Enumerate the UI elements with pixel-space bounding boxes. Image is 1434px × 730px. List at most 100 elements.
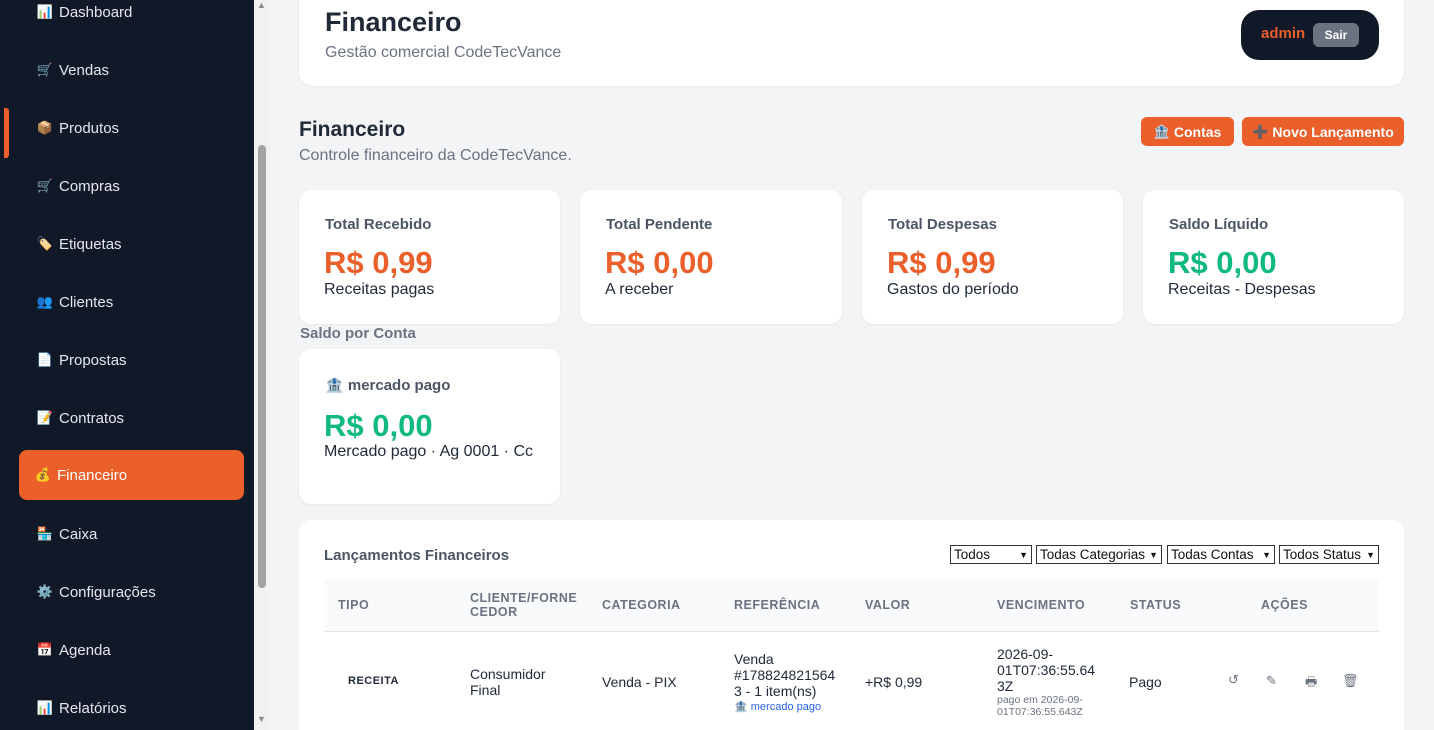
summary-label: Saldo Líquido — [1169, 216, 1269, 233]
sidebar-item-caixa[interactable]: 🏪 Caixa — [19, 509, 244, 559]
bank-icon: 🏦 — [1153, 123, 1170, 139]
sidebar-item-label: Vendas — [59, 61, 110, 79]
account-card: 🏦 mercado pago R$ 0,00 Mercado pago · Ag… — [299, 349, 560, 504]
sidebar-active-marker — [4, 108, 9, 158]
chart-icon: 📊 — [36, 700, 54, 715]
cell-referencia: Venda #178824821564 3 - 1 item(ns) — [734, 651, 836, 699]
chart-icon: 📊 — [36, 4, 54, 19]
print-icon[interactable]: 🖶 — [1305, 673, 1317, 695]
sidebar-item-vendas[interactable]: 🛒 Vendas — [19, 45, 244, 95]
edit-icon[interactable]: ✎ — [1266, 673, 1277, 689]
sidebar-item-configuracoes[interactable]: ⚙️ Configurações — [19, 567, 244, 617]
sidebar-item-label: Clientes — [59, 293, 114, 311]
page-title: Financeiro — [325, 7, 462, 37]
sidebar-item-label: Propostas — [59, 351, 127, 369]
sidebar-item-dashboard[interactable]: 📊 Dashboard — [19, 0, 244, 37]
sidebar-item-label: Dashboard — [59, 3, 133, 21]
user-menu: admin Sair — [1241, 10, 1379, 60]
column-header-categoria: CATEGORIA — [602, 598, 681, 612]
cell-categoria: Venda - PIX — [602, 674, 677, 690]
summary-value: R$ 0,99 — [887, 245, 996, 280]
document-icon: 📄 — [36, 352, 54, 367]
filter-category-select[interactable]: Todas Categorias ▼ — [1036, 545, 1162, 564]
scroll-down-icon[interactable]: ▼ — [257, 714, 266, 724]
cart-icon: 🛒 — [36, 62, 54, 77]
summary-card-balance: Saldo Líquido R$ 0,00 Receitas - Despesa… — [1143, 190, 1404, 324]
calendar-icon: 📅 — [36, 642, 54, 657]
summary-card-expenses: Total Despesas R$ 0,99 Gastos do período — [862, 190, 1123, 324]
column-header-cliente: CLIENTE/FORNE CEDOR — [470, 591, 578, 619]
tag-icon: 🏷️ — [36, 236, 54, 251]
summary-card-pending: Total Pendente R$ 0,00 A receber — [580, 190, 842, 324]
summary-label: Total Recebido — [325, 216, 432, 233]
bank-icon: 🏦 — [325, 377, 344, 394]
sidebar-item-propostas[interactable]: 📄 Propostas — [19, 335, 244, 385]
filter-status-select[interactable]: Todos Status ▼ — [1279, 545, 1379, 564]
money-bag-icon: 💰 — [34, 467, 52, 482]
column-header-referencia: REFERÊNCIA — [734, 598, 821, 612]
cell-valor: +R$ 0,99 — [865, 674, 923, 690]
plus-icon: ➕ — [1252, 123, 1269, 139]
entries-title: Lançamentos Financeiros — [324, 547, 510, 564]
cell-pago-em: pago em 2026-09- 01T07:36:55.643Z — [997, 694, 1083, 718]
summary-value: R$ 0,00 — [1168, 245, 1277, 280]
accounts-button-label: Contas — [1173, 123, 1222, 140]
sidebar-item-relatorios[interactable]: 📊 Relatórios — [19, 683, 244, 730]
sidebar-item-contratos[interactable]: 📝 Contratos — [19, 393, 244, 443]
section-subtitle: Controle financeiro da CodeTecVance. — [299, 147, 572, 164]
new-entry-button-label: Novo Lançamento — [1272, 123, 1394, 140]
section-title: Financeiro — [299, 118, 406, 141]
column-header-acoes: AÇÕES — [1261, 598, 1308, 612]
users-icon: 👥 — [36, 294, 54, 309]
sidebar-item-label: Agenda — [59, 641, 111, 659]
page-header: Financeiro Gestão comercial CodeTecVance… — [299, 0, 1404, 86]
sidebar-item-label: Compras — [59, 177, 120, 195]
summary-card-received: Total Recebido R$ 0,99 Receitas pagas — [299, 190, 560, 324]
summary-value: R$ 0,00 — [605, 245, 714, 280]
account-value: R$ 0,00 — [324, 408, 433, 443]
cell-status: Pago — [1129, 674, 1162, 690]
scroll-up-icon[interactable]: ▲ — [257, 0, 266, 10]
summary-value: R$ 0,99 — [324, 245, 433, 280]
account-link[interactable]: 🏦 mercado pago — [734, 700, 821, 713]
type-badge: RECEITA — [348, 675, 399, 687]
account-name: 🏦 mercado pago — [325, 376, 450, 394]
trash-icon[interactable]: 🗑 — [1342, 673, 1359, 689]
summary-desc: Receitas - Despesas — [1168, 281, 1316, 298]
sidebar-scroll-thumb[interactable] — [258, 145, 266, 588]
sidebar-item-agenda[interactable]: 📅 Agenda — [19, 625, 244, 675]
sidebar-item-label: Contratos — [59, 409, 125, 427]
undo-icon[interactable]: ↺ — [1228, 672, 1239, 688]
filter-value: Todas Categorias — [1040, 547, 1146, 562]
sidebar-item-label: Configurações — [59, 583, 156, 601]
sidebar-item-label: Relatórios — [59, 699, 127, 717]
logout-button[interactable]: Sair — [1313, 23, 1359, 47]
column-header-vencimento: VENCIMENTO — [997, 598, 1086, 612]
sidebar-item-label: Caixa — [59, 525, 98, 543]
account-balance-heading: Saldo por Conta — [300, 325, 416, 342]
sidebar-item-label: Etiquetas — [59, 235, 122, 253]
account-desc: Mercado pago · Ag 0001 · Cc — [324, 443, 534, 460]
sidebar-item-financeiro[interactable]: 💰 Financeiro — [19, 450, 244, 500]
chevron-down-icon: ▼ — [1366, 549, 1375, 560]
table-header: TIPO CLIENTE/FORNE CEDOR CATEGORIA REFER… — [324, 579, 1379, 632]
accounts-button[interactable]: 🏦 Contas — [1141, 117, 1234, 146]
page-subtitle: Gestão comercial CodeTecVance — [325, 44, 562, 61]
sidebar-item-compras[interactable]: 🛒 Compras — [19, 161, 244, 211]
chevron-down-icon: ▼ — [1149, 549, 1158, 560]
filter-type-select[interactable]: Todos ▼ — [950, 545, 1032, 564]
filter-value: Todos — [954, 547, 991, 562]
filter-value: Todos Status — [1283, 547, 1362, 562]
filter-account-select[interactable]: Todas Contas ▼ — [1167, 545, 1275, 564]
sidebar-item-clientes[interactable]: 👥 Clientes — [19, 277, 244, 327]
filter-value: Todas Contas — [1171, 547, 1254, 562]
account-link-label: mercado pago — [750, 701, 822, 713]
summary-label: Total Pendente — [606, 216, 713, 233]
memo-icon: 📝 — [36, 410, 54, 425]
sidebar-item-produtos[interactable]: 📦 Produtos — [19, 103, 244, 153]
bank-icon: 🏦 — [734, 701, 748, 713]
sidebar-item-etiquetas[interactable]: 🏷️ Etiquetas — [19, 219, 244, 269]
new-entry-button[interactable]: ➕ Novo Lançamento — [1242, 117, 1404, 146]
user-name: admin — [1261, 25, 1306, 42]
gear-icon: ⚙️ — [36, 584, 54, 599]
